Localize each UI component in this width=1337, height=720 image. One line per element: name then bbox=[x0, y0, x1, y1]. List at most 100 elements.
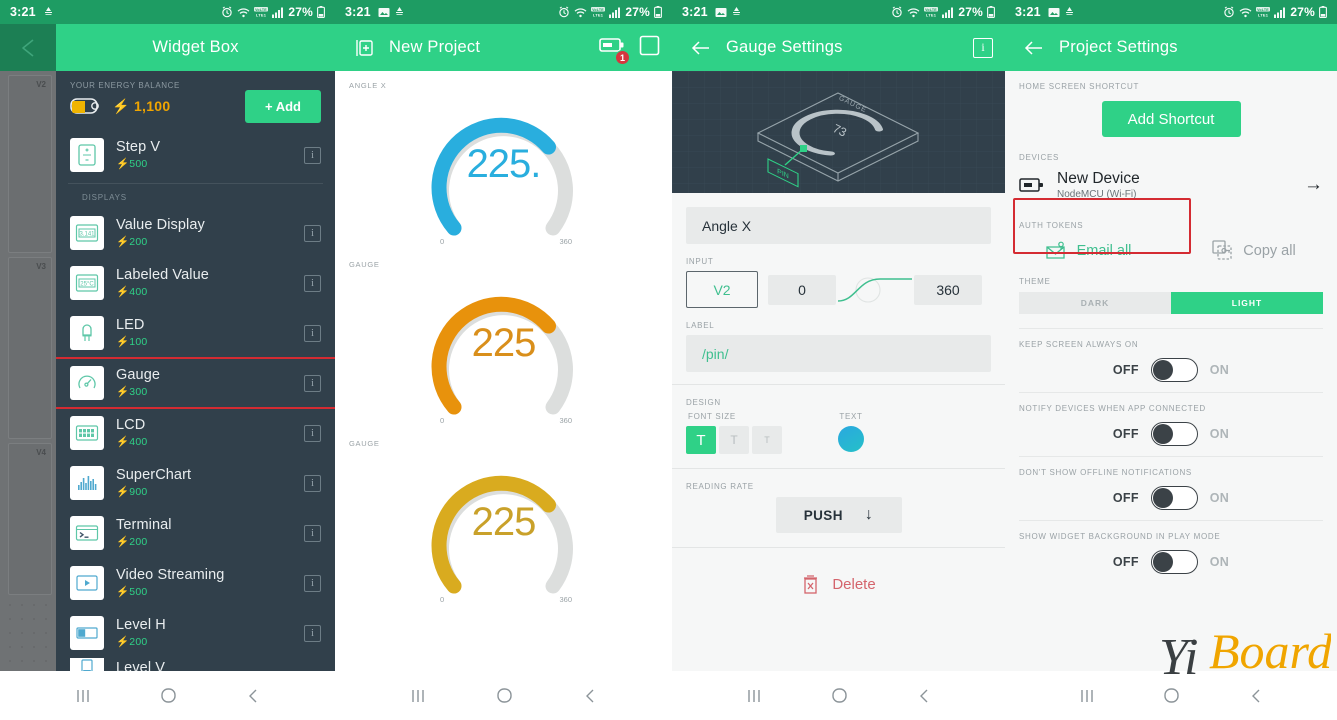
theme-dark-button[interactable]: DARK bbox=[1019, 292, 1171, 315]
widget-cost: ⚡300 bbox=[116, 386, 148, 399]
background-widget-card: V4 bbox=[8, 443, 52, 595]
status-right-icons: VoLTE LTE1 27% bbox=[221, 5, 325, 19]
panel-project-settings: 3:21 VoLTE LTE1 27% Project Settings HOM… bbox=[1005, 0, 1337, 720]
delete-icon bbox=[804, 575, 818, 594]
text-color-swatch[interactable] bbox=[838, 426, 864, 452]
reading-rate-select[interactable]: PUSH ↓ bbox=[775, 497, 902, 533]
status-left-icons bbox=[1048, 6, 1075, 18]
device-subtitle: NodeMCU (Wi-Fi) bbox=[1057, 189, 1137, 201]
widget-row-video-streaming[interactable]: Video Streaming ⚡500 i bbox=[56, 558, 335, 608]
widget-info-button[interactable]: i bbox=[304, 624, 321, 642]
widget-cost: ⚡200 bbox=[116, 636, 148, 649]
widget-row-lcd[interactable]: LCD ⚡400 i bbox=[56, 408, 335, 458]
widget-info-button[interactable]: i bbox=[304, 574, 321, 592]
gauge-min: 0 bbox=[440, 237, 445, 246]
home-icon[interactable] bbox=[831, 687, 848, 704]
add-shortcut-button[interactable]: Add Shortcut bbox=[1101, 101, 1241, 137]
volte-icon: VoLTELTE1 bbox=[591, 7, 606, 18]
widget-info-button[interactable]: i bbox=[304, 374, 321, 392]
mapping-curve-icon[interactable] bbox=[838, 273, 912, 307]
level-h-icon bbox=[70, 616, 104, 650]
back-button-1[interactable] bbox=[0, 24, 56, 71]
status-bar-3: 3:21 VoLTE LTE1 27% bbox=[672, 0, 1005, 24]
widget-info-button[interactable]: i bbox=[304, 324, 321, 342]
device-button[interactable]: 1 bbox=[599, 35, 630, 65]
back-icon[interactable] bbox=[246, 688, 260, 704]
widget-info-button[interactable]: i bbox=[304, 274, 321, 292]
recents-icon[interactable] bbox=[410, 688, 426, 704]
gauge-widget[interactable]: 225 0 360 bbox=[335, 448, 672, 616]
home-icon[interactable] bbox=[1163, 687, 1180, 704]
add-energy-button[interactable]: + Add bbox=[245, 90, 321, 123]
gauge-widget[interactable]: 225. 0 360 bbox=[335, 90, 672, 258]
widget-name: Gauge bbox=[116, 366, 161, 383]
svg-text:VoLTE: VoLTE bbox=[1257, 8, 1269, 12]
theme-label: THEME bbox=[1019, 277, 1051, 287]
widget-row-superchart[interactable]: SuperChart ⚡900 i bbox=[56, 458, 335, 508]
home-icon[interactable] bbox=[496, 687, 513, 704]
min-value-input[interactable]: 0 bbox=[768, 274, 836, 305]
terminal-icon bbox=[70, 516, 104, 550]
gauge-widget-label: ANGLE X bbox=[349, 81, 387, 90]
widget-info-button[interactable]: i bbox=[304, 524, 321, 542]
toggle-switch-keep-screen-on[interactable] bbox=[1150, 358, 1198, 383]
back-icon[interactable] bbox=[583, 688, 597, 704]
copy-key-icon bbox=[1212, 240, 1232, 260]
widget-info-button[interactable]: i bbox=[304, 474, 321, 492]
nav-bar-3 bbox=[672, 671, 1005, 720]
data-rate-icon bbox=[1065, 7, 1073, 15]
recents-icon[interactable] bbox=[75, 688, 91, 704]
widget-row-terminal[interactable]: Terminal ⚡200 i bbox=[56, 508, 335, 558]
background-card-pin: V4 bbox=[36, 448, 46, 457]
max-value-input[interactable]: 360 bbox=[914, 274, 982, 305]
email-all-button[interactable]: Email all bbox=[1005, 241, 1171, 261]
recents-icon[interactable] bbox=[1079, 688, 1095, 704]
back-button-3[interactable] bbox=[684, 40, 718, 56]
copy-all-button[interactable]: Copy all bbox=[1171, 240, 1337, 261]
gauge-hero-illustration: 73 GAUGE PIN bbox=[672, 71, 1005, 193]
volte-icon: VoLTELTE1 bbox=[1256, 7, 1271, 18]
project-button[interactable] bbox=[347, 38, 381, 58]
svg-text:VoLTE: VoLTE bbox=[925, 8, 937, 12]
widget-row-value-display[interactable]: 3.141 Value Display ⚡200 i bbox=[56, 208, 335, 258]
info-icon[interactable]: i bbox=[973, 37, 993, 58]
widget-info-button[interactable]: i bbox=[304, 424, 321, 442]
recents-icon[interactable] bbox=[746, 688, 762, 704]
font-size-medium-button[interactable]: T bbox=[719, 426, 749, 454]
label-input[interactable]: /pin/ bbox=[686, 335, 991, 372]
battery-percent: 27% bbox=[1290, 5, 1315, 19]
delete-button[interactable]: Delete bbox=[672, 574, 1005, 595]
gauge-widget[interactable]: 225 0 360 bbox=[335, 269, 672, 437]
status-time: 3:21 bbox=[10, 5, 36, 19]
back-button-4[interactable] bbox=[1017, 40, 1051, 56]
device-row[interactable]: New Device NodeMCU (Wi-Fi) → bbox=[1005, 162, 1337, 210]
back-icon[interactable] bbox=[1249, 688, 1263, 704]
widget-info-button[interactable]: i bbox=[304, 224, 321, 242]
image-icon bbox=[1048, 7, 1060, 17]
theme-light-button[interactable]: LIGHT bbox=[1171, 292, 1323, 315]
font-size-large-button[interactable]: T bbox=[686, 426, 716, 454]
widget-row-step-v[interactable]: Step V ⚡500 i bbox=[56, 133, 335, 177]
widget-row-labeled-value[interactable]: 25°C Labeled Value ⚡400 i bbox=[56, 258, 335, 308]
pin-select[interactable]: V2 bbox=[686, 271, 758, 308]
toggle-switch-notify-devices[interactable] bbox=[1150, 422, 1198, 447]
widget-drawer[interactable]: YOUR ENERGY BALANCE ⚡ 1,100 + Add Step V… bbox=[56, 71, 335, 671]
panel-widget-box: 3:21 VoLTE LTE1 27% Widget Box V2 V3 V4 … bbox=[0, 0, 335, 720]
font-size-small-button[interactable]: T bbox=[752, 426, 782, 454]
screenshot-stage: 3:21 VoLTE LTE1 27% Widget Box V2 V3 V4 … bbox=[0, 0, 1337, 720]
widget-name-input[interactable]: Angle X bbox=[686, 207, 991, 244]
data-rate-icon bbox=[44, 7, 52, 15]
email-key-icon bbox=[1045, 241, 1065, 259]
toggle-switch-widget-background[interactable] bbox=[1150, 550, 1198, 575]
widget-row-level-v[interactable]: Level V bbox=[56, 658, 335, 671]
stop-button[interactable] bbox=[639, 35, 660, 61]
toggle-switch-offline-notifications[interactable] bbox=[1150, 486, 1198, 511]
widget-row-led[interactable]: LED ⚡100 i bbox=[56, 308, 335, 358]
input-section-label: INPUT bbox=[686, 257, 714, 266]
back-icon[interactable] bbox=[917, 688, 931, 704]
widget-info-button[interactable]: i bbox=[304, 146, 321, 164]
widget-row-level-h[interactable]: Level H ⚡200 i bbox=[56, 608, 335, 658]
arrow-right-icon[interactable]: → bbox=[1304, 174, 1323, 196]
widget-row-gauge[interactable]: Gauge ⚡300 i bbox=[56, 357, 335, 409]
home-icon[interactable] bbox=[160, 687, 177, 704]
